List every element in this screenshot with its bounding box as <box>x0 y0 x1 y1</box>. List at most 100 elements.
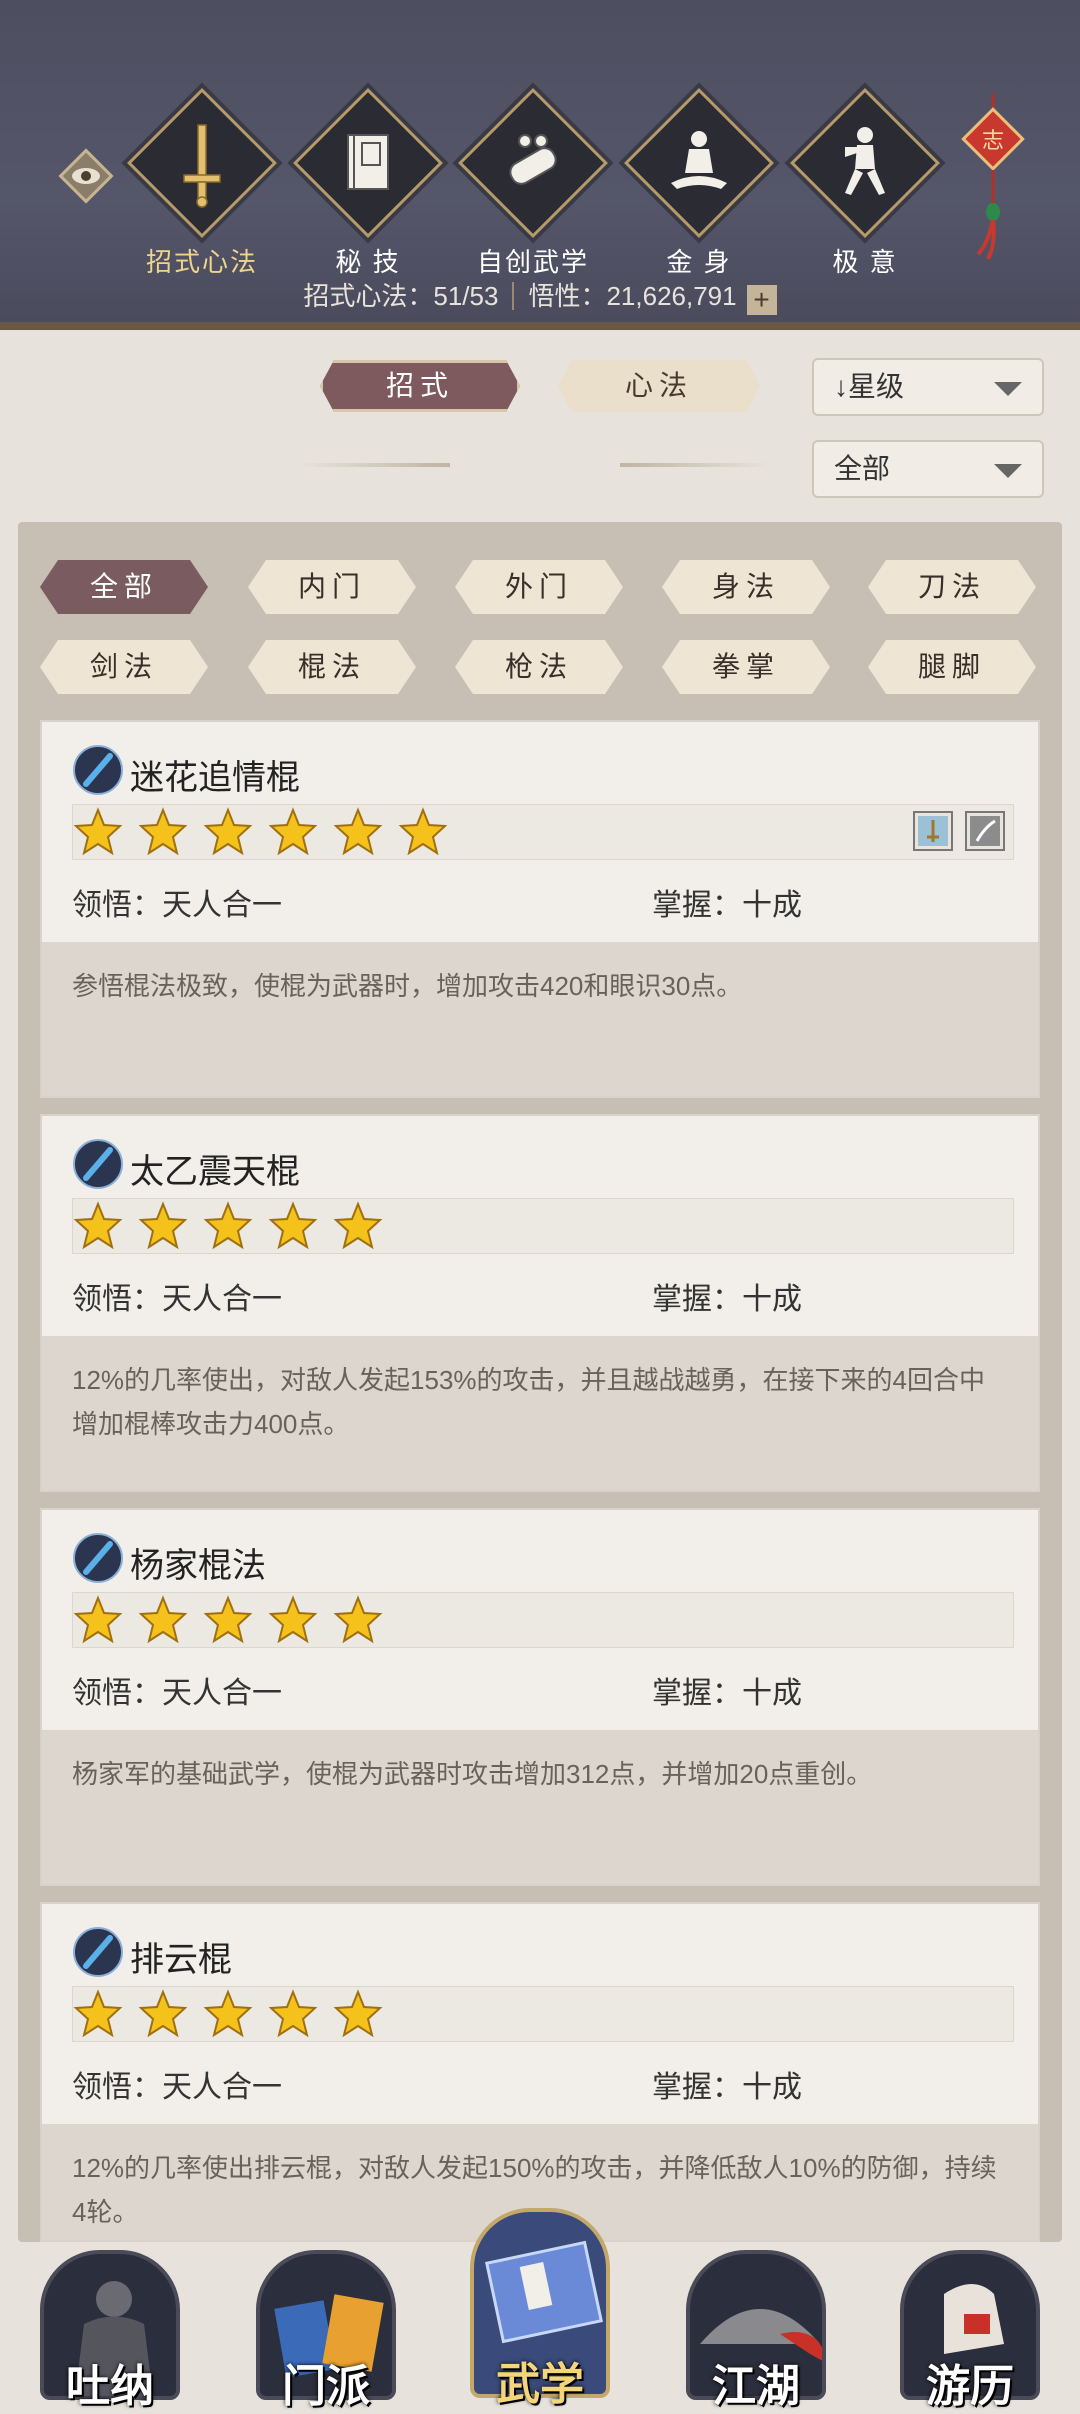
filter-chip[interactable]: 拳掌 <box>662 640 830 694</box>
skill-description: 杨家军的基础武学，使棍为武器时攻击增加312点，并增加20点重创。 <box>42 1730 1038 1884</box>
nav-martial-arts[interactable]: 武学 <box>450 2208 630 2410</box>
tab-golden-body[interactable]: 金 身 <box>624 88 774 279</box>
star-bar <box>72 804 1014 860</box>
tab-label: 招式心法 <box>145 247 258 277</box>
knot-char: 志 <box>982 129 1004 154</box>
comprehension-text: 领悟：天人合一 <box>72 889 282 922</box>
mastery-text: 掌握：十成 <box>652 1283 802 1316</box>
skill-card[interactable]: 杨家棍法 领悟：天人合一 掌握：十成 杨家军的基础武学，使棍为武器时攻击增加31… <box>40 1508 1040 1886</box>
nav-label: 江湖 <box>712 2361 800 2412</box>
skill-card[interactable]: 太乙震天棍 领悟：天人合一 掌握：十成 12%的几率使出，对敌人发起153%的攻… <box>40 1114 1040 1492</box>
tab-moves-arts[interactable]: 招式心法 <box>127 88 277 279</box>
skill-description: 参悟棍法极致，使棍为武器时，增加攻击420和眼识30点。 <box>42 942 1038 1096</box>
filter-chip[interactable]: 枪法 <box>455 640 623 694</box>
star-rating <box>73 1989 398 2044</box>
scroll-icon <box>458 88 608 238</box>
weapon-badge-icon[interactable] <box>913 811 953 851</box>
skill-name: 排云棍 <box>130 1941 232 1979</box>
mastery-text: 掌握：十成 <box>652 1677 802 1710</box>
moves-count: 招式心法：51/53 <box>303 281 499 311</box>
filter-chip[interactable]: 刀法 <box>868 560 1036 614</box>
star-icon <box>73 1201 138 1255</box>
divider <box>512 282 515 310</box>
action-badge-icon[interactable] <box>965 811 1005 851</box>
nav-label: 门派 <box>282 2361 370 2412</box>
star-icon <box>268 807 333 861</box>
star-icon <box>203 807 268 861</box>
nav-label: 武学 <box>496 2359 584 2410</box>
star-icon <box>203 1201 268 1255</box>
star-icon <box>333 1595 398 1649</box>
sort-label: ↓星级 <box>834 371 905 402</box>
plus-button[interactable]: + <box>746 285 777 315</box>
star-icon <box>138 807 203 861</box>
filter-chip[interactable]: 外门 <box>455 560 623 614</box>
eye-icon[interactable] <box>56 146 116 206</box>
skill-name: 太乙震天棍 <box>130 1153 300 1191</box>
comprehension-text: 领悟：天人合一 <box>72 1283 282 1316</box>
filter-chip[interactable]: 全部 <box>40 560 208 614</box>
sword-icon <box>127 88 277 238</box>
nav-label: 游历 <box>926 2361 1014 2412</box>
ornament-line <box>300 463 450 467</box>
filter-chip[interactable]: 内门 <box>248 560 416 614</box>
caret-down-icon <box>994 382 1022 396</box>
filter-chip[interactable]: 棍法 <box>248 640 416 694</box>
star-bar <box>72 1198 1014 1254</box>
stats-bar: 招式心法：51/53 悟性：21,626,791 + <box>0 276 1080 315</box>
comprehension-text: 领悟：天人合一 <box>72 2071 282 2104</box>
header-divider <box>0 322 1080 330</box>
star-icon <box>138 1201 203 1255</box>
skill-name: 迷花追情棍 <box>130 759 300 797</box>
tab-label: 秘 技 <box>335 247 401 277</box>
star-icon <box>268 1201 333 1255</box>
filter-chip[interactable]: 腿脚 <box>868 640 1036 694</box>
book-icon <box>293 88 443 238</box>
nav-sect[interactable]: 门派 <box>236 2250 416 2412</box>
nav-jianghu[interactable]: 江湖 <box>666 2250 846 2412</box>
star-icon <box>333 1989 398 2043</box>
star-icon <box>203 1989 268 2043</box>
knot-charm[interactable]: 志 <box>958 94 1028 264</box>
martial-pose-icon <box>790 88 940 238</box>
toggle-arts[interactable]: 心法 <box>558 360 760 412</box>
star-icon <box>268 1989 333 2043</box>
tab-label: 自创武学 <box>476 247 589 277</box>
caret-down-icon <box>994 464 1022 478</box>
nav-breathing[interactable]: 吐纳 <box>20 2250 200 2412</box>
star-icon <box>138 1595 203 1649</box>
staff-icon <box>72 1532 124 1584</box>
star-icon <box>333 1201 398 1255</box>
skill-name: 杨家棍法 <box>130 1547 266 1585</box>
skill-description: 12%的几率使出，对敌人发起153%的攻击，并且越战越勇，在接下来的4回合中增加… <box>42 1336 1038 1490</box>
star-rating <box>73 807 463 862</box>
staff-icon <box>72 744 124 796</box>
star-icon <box>203 1595 268 1649</box>
tab-custom-martial[interactable]: 自创武学 <box>458 88 608 279</box>
filter-dropdown[interactable]: 全部 <box>812 440 1044 498</box>
star-rating <box>73 1595 398 1650</box>
star-icon <box>333 807 398 861</box>
star-icon <box>73 807 138 861</box>
star-icon <box>398 807 463 861</box>
star-icon <box>73 1595 138 1649</box>
star-icon <box>138 1989 203 2043</box>
skill-card[interactable]: 排云棍 领悟：天人合一 掌握：十成 12%的几率使出排云棍，对敌人发起150%的… <box>40 1902 1040 2242</box>
skill-card[interactable]: 迷花追情棍 领悟：天人合一 掌握：十成 参悟棍法极致，使棍为武器时，增加攻击42… <box>40 720 1040 1098</box>
filter-chip[interactable]: 身法 <box>662 560 830 614</box>
nav-travel[interactable]: 游历 <box>880 2250 1060 2412</box>
staff-icon <box>72 1138 124 1190</box>
tab-label: 极 意 <box>832 247 898 277</box>
star-icon <box>268 1595 333 1649</box>
tab-ultimate[interactable]: 极 意 <box>790 88 940 279</box>
comprehension-text: 领悟：天人合一 <box>72 1677 282 1710</box>
staff-icon <box>72 1926 124 1978</box>
ornament-line <box>620 463 770 467</box>
filter-label: 全部 <box>834 453 891 484</box>
tab-secret-skills[interactable]: 秘 技 <box>293 88 443 279</box>
star-rating <box>73 1201 398 1256</box>
nav-label: 吐纳 <box>66 2361 154 2412</box>
toggle-moves[interactable]: 招式 <box>320 360 520 412</box>
sort-dropdown[interactable]: ↓星级 <box>812 358 1044 416</box>
filter-chip[interactable]: 剑法 <box>40 640 208 694</box>
